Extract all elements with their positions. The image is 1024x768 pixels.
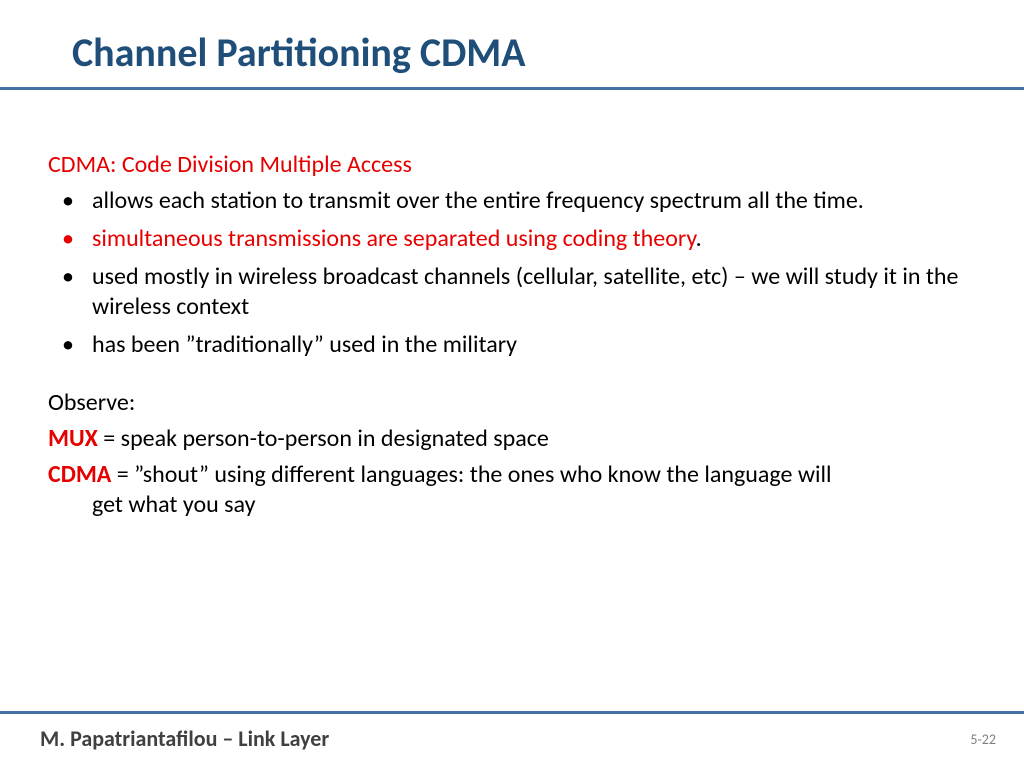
- page-number: 5-22: [970, 731, 996, 748]
- cdma-text-line1: = ”shout” using different languages: the…: [111, 460, 831, 489]
- slide-title: Channel Partitioning CDMA: [0, 0, 1024, 77]
- bullet-item: simultaneous transmissions are separated…: [48, 224, 976, 254]
- cdma-label: CDMA: [48, 460, 111, 489]
- bullet-text-red: simultaneous transmissions are separated…: [92, 224, 696, 253]
- slide-content: CDMA: Code Division Multiple Access allo…: [0, 90, 1024, 520]
- cdma-definition: CDMA = ”shout” using different languages…: [48, 460, 976, 520]
- observe-label: Observe:: [48, 388, 976, 418]
- bullet-text: .: [696, 224, 702, 253]
- subheading: CDMA: Code Division Multiple Access: [48, 150, 976, 180]
- mux-label: MUX: [48, 424, 98, 453]
- slide: Channel Partitioning CDMA CDMA: Code Div…: [0, 0, 1024, 768]
- cdma-text-line2: get what you say: [48, 490, 976, 520]
- bullet-item: used mostly in wireless broadcast channe…: [48, 262, 976, 322]
- footer-divider: [0, 711, 1024, 714]
- bullet-list: allows each station to transmit over the…: [48, 186, 976, 360]
- bullet-item: allows each station to transmit over the…: [48, 186, 976, 216]
- mux-text: = speak person-to-person in designated s…: [98, 424, 549, 453]
- bullet-item: has been ”traditionally” used in the mil…: [48, 330, 976, 360]
- mux-definition: MUX = speak person-to-person in designat…: [48, 424, 976, 454]
- footer-author: M. Papatriantafilou – Link Layer: [40, 725, 329, 752]
